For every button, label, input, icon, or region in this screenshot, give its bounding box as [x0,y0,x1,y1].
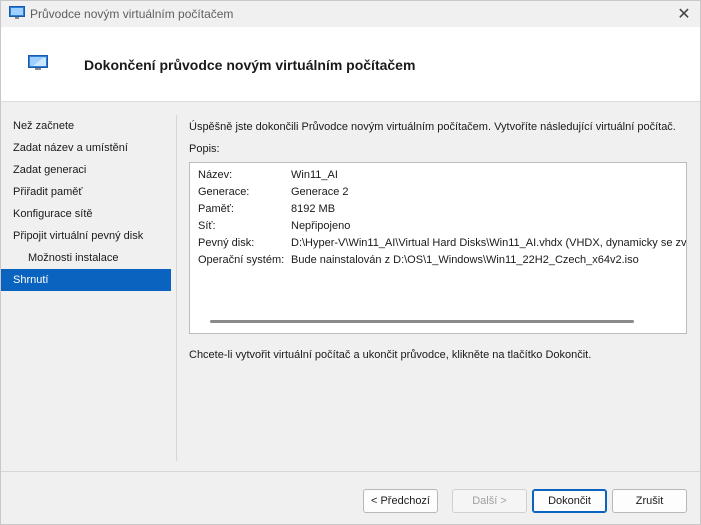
close-icon: ✕ [677,6,691,23]
sidebar-item-generation[interactable]: Zadat generaci [1,159,171,181]
sidebar-item-before-you-begin[interactable]: Než začnete [1,115,171,137]
vertical-divider [176,115,177,461]
window-title: Průvodce novým virtuálním počítačem [30,7,234,21]
cancel-button[interactable]: Zrušit [612,489,687,513]
sidebar-item-installation-options[interactable]: Možnosti instalace [1,247,171,269]
summary-textbox[interactable]: Název: Win11_AI Generace: Generace 2 Pam… [189,162,687,334]
next-button[interactable]: Další > [452,489,527,513]
summary-value: Win11_AI [291,169,338,181]
monitor-icon [9,6,25,19]
footer-divider [1,471,700,472]
summary-key: Operační systém: [198,254,285,266]
sidebar-item-virtual-disk[interactable]: Připojit virtuální pevný disk [1,225,171,247]
summary-key: Pevný disk: [198,237,255,249]
description-label: Popis: [189,143,220,155]
summary-value: 8192 MB [291,203,336,215]
title-bar: Průvodce novým virtuálním počítačem ✕ [1,1,700,27]
sidebar-item-name-location[interactable]: Zadat název a umístění [1,137,171,159]
summary-value: Nepřipojeno [291,220,351,232]
monitor-icon [28,55,48,70]
page-title: Dokončení průvodce novým virtuálním počí… [84,57,416,73]
sidebar-item-summary[interactable]: Shrnutí [1,269,171,291]
wizard-header: Dokončení průvodce novým virtuálním počí… [1,27,700,102]
summary-key: Paměť: [198,203,234,215]
close-button[interactable]: ✕ [668,1,700,27]
summary-value: Generace 2 [291,186,349,198]
previous-button[interactable]: < Předchozí [363,489,438,513]
summary-value: Bude nainstalován z D:\OS\1_Windows\Win1… [291,254,639,266]
wizard-window: Průvodce novým virtuálním počítačem ✕ Do… [0,0,701,525]
summary-value: D:\Hyper-V\Win11_AI\Virtual Hard Disks\W… [291,237,687,249]
sidebar-item-networking[interactable]: Konfigurace sítě [1,203,171,225]
wizard-steps-nav: Než začnete Zadat název a umístění Zadat… [1,115,171,291]
horizontal-scrollbar[interactable] [210,320,634,323]
summary-key: Síť: [198,220,216,232]
sidebar-item-memory[interactable]: Přiřadit paměť [1,181,171,203]
finish-instruction: Chcete-li vytvořit virtuální počítač a u… [189,349,592,361]
finish-button[interactable]: Dokončit [532,489,607,513]
intro-text: Úspěšně jste dokončili Průvodce novým vi… [189,121,676,133]
summary-key: Název: [198,169,233,181]
summary-key: Generace: [198,186,250,198]
